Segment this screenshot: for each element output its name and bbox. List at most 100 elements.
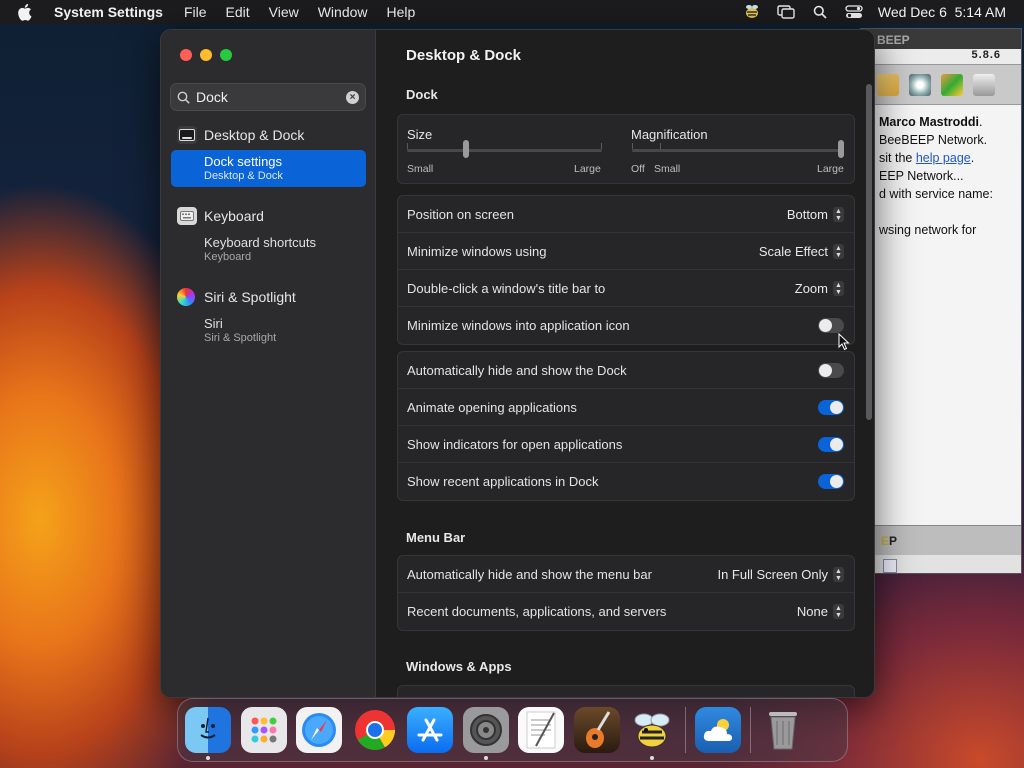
slider-tick	[660, 143, 661, 149]
spotlight-search-icon[interactable]	[810, 4, 830, 20]
folder-note-icon[interactable]	[877, 73, 899, 96]
minimize-using-row: Minimize windows using Scale Effect ▲ ▼	[398, 233, 854, 270]
chat-line: wsing network for	[879, 223, 977, 237]
beebeep-small-icon[interactable]	[883, 559, 897, 573]
chat-line: BeeBEEP Network.	[879, 133, 988, 147]
position-popup[interactable]: Bottom ▲ ▼	[787, 206, 844, 222]
screen-mirroring-icon[interactable]	[776, 4, 796, 20]
auto-hide-dock-toggle[interactable]	[818, 362, 844, 378]
apple-icon[interactable]	[18, 3, 34, 21]
minimize-effect-popup[interactable]: Scale Effect ▲ ▼	[759, 243, 844, 259]
magnification-max-label: Large	[817, 163, 844, 175]
size-slider-thumb[interactable]	[462, 140, 469, 158]
close-button[interactable]	[180, 49, 192, 61]
beebeep-icon[interactable]	[629, 707, 675, 760]
dock-size-card: Size Small Large Magnification Off Small…	[397, 114, 855, 184]
menu-file[interactable]: File	[184, 4, 207, 20]
mouse-cursor-icon	[838, 333, 850, 351]
chat-line: Marco Mastroddi.	[879, 115, 983, 129]
chevron-up-down-icon: ▲ ▼	[833, 566, 844, 582]
sidebar-item-desktop-dock[interactable]: Desktop & Dock	[161, 123, 376, 147]
page-title: Desktop & Dock	[406, 47, 522, 64]
system-settings-window: × Desktop & Dock Dock settings Desktop &…	[160, 29, 875, 698]
dock-separator	[684, 707, 686, 753]
magnification-off-label: Off	[631, 163, 645, 175]
chat-line	[879, 203, 1021, 221]
magnification-slider-thumb[interactable]	[838, 140, 844, 158]
control-center-icon[interactable]	[844, 4, 864, 20]
slider-area: Size Small Large Magnification Off Small…	[398, 115, 854, 183]
garageband-icon[interactable]	[573, 707, 620, 753]
recent-documents-popup[interactable]: None ▲ ▼	[797, 604, 844, 619]
minimize-into-icon-toggle[interactable]	[818, 318, 844, 333]
sidebar-result-dock-settings[interactable]: Dock settings Desktop & Dock	[171, 150, 366, 187]
sidebar-item-siri-spotlight[interactable]: Siri & Spotlight	[161, 285, 376, 309]
sidebar-group-desktop-dock: Desktop & Dock Dock settings Desktop & D…	[161, 123, 376, 187]
animate-opening-toggle[interactable]	[818, 399, 844, 415]
trash-icon[interactable]	[760, 707, 806, 753]
menu-bar: System Settings File Edit View Window He…	[0, 0, 1024, 24]
chrome-icon[interactable]	[352, 707, 398, 753]
show-indicators-row: Show indicators for open applications	[398, 426, 854, 463]
magnification-slider-track[interactable]	[632, 149, 844, 152]
double-click-title-bar-row: Double-click a window's title bar to Zoo…	[398, 270, 854, 307]
animate-opening-row: Animate opening applications	[398, 389, 854, 426]
slider-tick	[407, 143, 408, 149]
content-scrollbar[interactable]	[866, 84, 872, 420]
beebeep-status-icon[interactable]	[742, 4, 762, 20]
auto-hide-dock-row: Automatically hide and show the Dock	[398, 352, 854, 389]
system-settings-icon[interactable]	[462, 707, 509, 760]
zoom-button[interactable]	[220, 49, 232, 61]
double-click-action-popup[interactable]: Zoom ▲ ▼	[795, 280, 844, 296]
chat-line: EEP Network...	[879, 169, 964, 183]
chevron-up-down-icon: ▲ ▼	[833, 206, 844, 222]
finder-icon[interactable]	[185, 707, 231, 760]
menu-window[interactable]: Window	[318, 4, 368, 20]
menu-clock[interactable]: Wed Dec 6 5:14 AM	[878, 4, 1006, 20]
clear-search-icon[interactable]: ×	[346, 91, 359, 104]
settings-content: Desktop & Dock Dock Size Small Large Mag…	[376, 30, 874, 697]
beebeep-toolbar	[861, 65, 1021, 105]
help-page-link[interactable]: help page	[916, 151, 971, 165]
network-icon[interactable]	[909, 73, 931, 96]
safari-icon[interactable]	[296, 707, 342, 753]
download-icon[interactable]	[941, 73, 963, 96]
menu-help[interactable]: Help	[387, 4, 416, 20]
beebeep-bottom	[861, 555, 1021, 573]
show-indicators-toggle[interactable]	[818, 436, 844, 452]
beebeep-status-bar: EP	[861, 525, 1021, 555]
trash-bin-icon[interactable]	[973, 73, 995, 96]
dock-toggles-card: Automatically hide and show the Dock Ani…	[397, 351, 855, 501]
textedit-icon[interactable]	[518, 707, 564, 753]
app-store-icon[interactable]	[407, 707, 453, 753]
minimize-into-icon-row: Minimize windows into application icon	[398, 307, 854, 344]
menu-view[interactable]: View	[269, 4, 299, 20]
beebeep-title: BEEP	[861, 29, 1021, 49]
dock	[177, 698, 848, 762]
recent-documents-row: Recent documents, applications, and serv…	[398, 593, 854, 630]
sidebar-item-keyboard[interactable]: Keyboard	[161, 204, 376, 228]
magnification-label: Magnification	[631, 127, 708, 142]
minimize-button[interactable]	[200, 49, 212, 61]
search-input[interactable]	[196, 89, 336, 105]
show-recent-apps-row: Show recent applications in Dock	[398, 463, 854, 500]
sidebar-result-keyboard-shortcuts[interactable]: Keyboard shortcuts Keyboard	[171, 231, 366, 268]
weather-icon[interactable]	[694, 707, 741, 753]
beebeep-version: 5.8.6	[861, 49, 1021, 65]
sidebar: × Desktop & Dock Dock settings Desktop &…	[161, 30, 376, 697]
size-label: Size	[407, 127, 433, 142]
launchpad-icon[interactable]	[240, 707, 287, 753]
menu-edit[interactable]: Edit	[226, 4, 250, 20]
sidebar-result-siri[interactable]: Siri Siri & Spotlight	[171, 312, 366, 349]
dock-position-card: Position on screen Bottom ▲ ▼ Minimize win…	[397, 195, 855, 345]
beebeep-chat-log: Marco Mastroddi. BeeBEEP Network. sit th…	[861, 105, 1021, 465]
desktop-dock-icon	[177, 126, 197, 144]
beebeep-window: BEEP 5.8.6 Marco Mastroddi. BeeBEEP Netw…	[860, 28, 1022, 574]
auto-hide-menu-bar-popup[interactable]: In Full Screen Only ▲ ▼	[717, 566, 844, 582]
chat-line: sit the help page.	[879, 151, 975, 165]
size-slider-track[interactable]	[407, 149, 602, 152]
search-field[interactable]: ×	[170, 83, 366, 111]
show-recent-apps-toggle[interactable]	[818, 474, 844, 489]
menu-app-name[interactable]: System Settings	[54, 4, 163, 20]
sidebar-group-keyboard: Keyboard Keyboard shortcuts Keyboard	[161, 204, 376, 268]
